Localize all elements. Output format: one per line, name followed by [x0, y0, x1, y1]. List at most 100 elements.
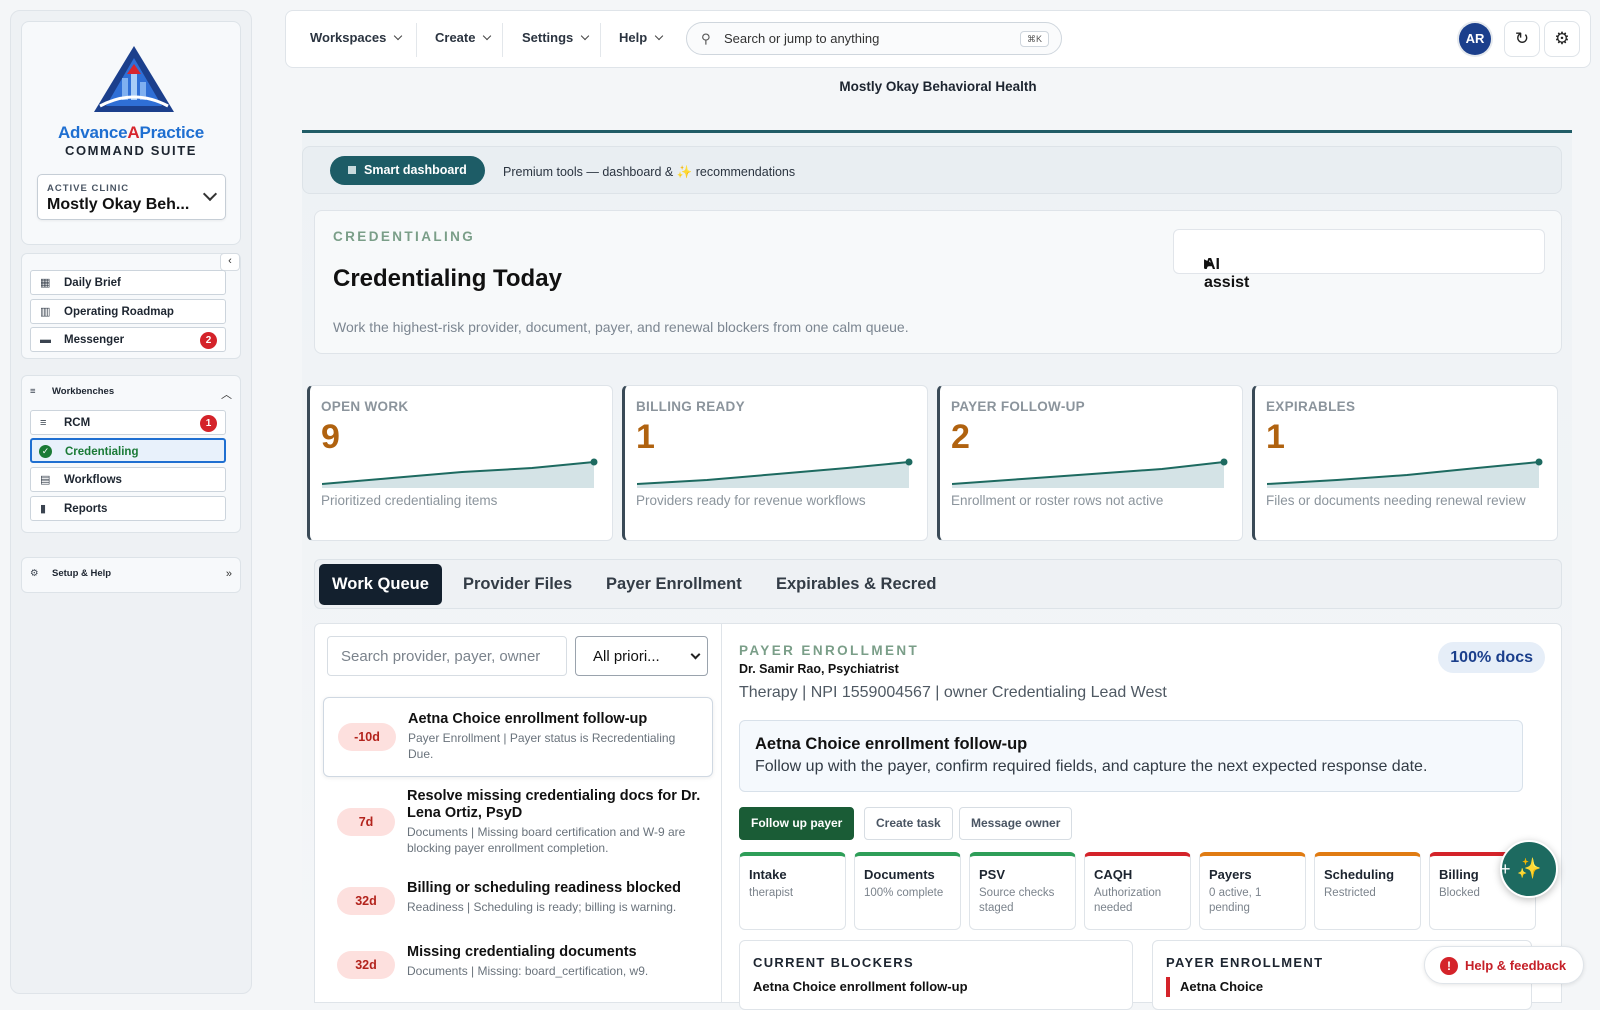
kpi-expirables[interactable]: EXPIRABLES 1 Files or documents needing …	[1252, 385, 1558, 541]
follow-up-payer-button[interactable]: Follow up payer	[739, 807, 855, 840]
task-description: Follow up with the payer, confirm requir…	[755, 758, 1428, 775]
primary-nav: ‹ ▦ Daily Brief ▥ Operating Roadmap ▬ Me…	[21, 253, 241, 359]
active-clinic-value: Mostly Okay Beh...	[47, 196, 190, 213]
workbenches-toggle[interactable]: ≡ Workbenches	[30, 386, 114, 397]
due-pill: 32d	[337, 951, 395, 979]
sparkline	[952, 458, 1228, 488]
page-title: Credentialing Today	[333, 265, 562, 292]
sparkline	[637, 458, 913, 488]
docs-badge: 100% docs	[1438, 642, 1545, 673]
kpi-open-work[interactable]: OPEN WORK 9 Prioritized credentialing it…	[307, 385, 613, 541]
active-clinic-select[interactable]: ACTIVE CLINIC Mostly Okay Beh...	[37, 174, 226, 220]
setup-nav[interactable]: ⚙ Setup & Help »	[21, 557, 241, 593]
menu-help[interactable]: Help	[619, 30, 664, 45]
refresh-button[interactable]: ↻	[1504, 21, 1540, 57]
global-search-input[interactable]: ⚲ Search or jump to anything ⌘K	[686, 22, 1062, 55]
map-icon: ▥	[40, 306, 51, 318]
stage-documents[interactable]: Documents 100% complete	[854, 852, 961, 930]
chevron-down-icon	[690, 649, 701, 660]
top-bar: Workspaces Create Settings Help ⚲ Search…	[285, 10, 1591, 68]
organization-name: Mostly Okay Behavioral Health	[839, 79, 1037, 94]
menu-settings[interactable]: Settings	[522, 30, 590, 45]
avatar[interactable]: AR	[1459, 23, 1491, 55]
sparkline	[322, 458, 598, 488]
messenger-badge: 2	[200, 332, 217, 349]
page-description: Work the highest-risk provider, document…	[333, 319, 909, 335]
workbenches-nav: ≡ Workbenches ︿ ≡ RCM 1 ✓ Credentialing ▤…	[21, 375, 241, 533]
list-item[interactable]: 32d Billing or scheduling readiness bloc…	[323, 878, 713, 924]
refresh-icon: ↻	[1514, 29, 1530, 48]
message-owner-button[interactable]: Message owner	[959, 807, 1073, 840]
setup-help-label: Setup & Help	[52, 568, 112, 579]
chevron-down-icon	[394, 31, 403, 41]
stage-intake[interactable]: Intake therapist	[739, 852, 846, 930]
stage-psv[interactable]: PSV Source checks staged	[969, 852, 1076, 930]
list-item[interactable]: 32d Missing credentialing documents Docu…	[323, 942, 713, 988]
due-pill: -10d	[338, 723, 396, 751]
chevron-down-icon	[654, 31, 664, 41]
list-icon: ≡	[40, 417, 47, 429]
sparkle-icon: ✨	[676, 165, 693, 179]
stage-payers[interactable]: Payers 0 active, 1 pending	[1199, 852, 1306, 930]
menu-workspaces[interactable]: Workspaces	[310, 30, 403, 45]
brand-name: AdvanceAPractice	[57, 123, 205, 142]
chevron-down-icon	[202, 186, 218, 202]
tab-expirables-recred[interactable]: Expirables & Recred	[763, 564, 950, 605]
chevron-up-icon[interactable]: ︿	[221, 386, 232, 402]
stage-caqh[interactable]: CAQH Authorization needed	[1084, 852, 1191, 930]
list-item[interactable]: -10d Aetna Choice enrollment follow-up P…	[323, 697, 713, 777]
credentialing-header-card: CREDENTIALING Credentialing Today Work t…	[314, 210, 1562, 354]
dashboard-icon	[348, 166, 356, 174]
settings-button[interactable]: ⚙	[1544, 21, 1580, 57]
document-icon: ▤	[40, 474, 51, 486]
tab-payer-enrollment[interactable]: Payer Enrollment	[593, 564, 755, 605]
nav-daily-brief[interactable]: ▦ Daily Brief	[30, 270, 226, 295]
priority-filter-select[interactable]: All priori...	[575, 636, 708, 676]
tab-provider-files[interactable]: Provider Files	[450, 564, 585, 605]
tab-work-queue[interactable]: Work Queue	[319, 564, 442, 605]
check-shield-icon: ✓	[39, 445, 52, 458]
nav-reports[interactable]: ▮ Reports	[30, 496, 226, 521]
rcm-badge: 1	[200, 415, 217, 432]
kpi-payer-follow-up[interactable]: PAYER FOLLOW-UP 2 Enrollment or roster r…	[937, 385, 1243, 541]
brand-card: AdvanceAPractice COMMAND SUITE ACTIVE CL…	[21, 21, 241, 245]
nav-messenger[interactable]: ▬ Messenger 2	[30, 327, 226, 352]
collapse-sidebar-button[interactable]: ‹	[220, 253, 240, 271]
menu-divider	[416, 23, 417, 57]
gear-icon: ⚙	[1554, 29, 1570, 48]
status-bar	[1166, 977, 1170, 997]
nav-rcm[interactable]: ≡ RCM 1	[30, 410, 226, 435]
nav-operating-roadmap[interactable]: ▥ Operating Roadmap	[30, 299, 226, 324]
stage-scheduling[interactable]: Scheduling Restricted	[1314, 852, 1421, 930]
brand-subtitle: COMMAND SUITE	[64, 143, 198, 158]
ai-fab-button[interactable]: + ✨	[1500, 840, 1558, 898]
due-pill: 7d	[337, 808, 395, 836]
list-item[interactable]: 7d Resolve missing credentialing docs fo…	[323, 784, 713, 862]
chevron-down-icon	[483, 31, 492, 41]
nav-workflows[interactable]: ▤ Workflows	[30, 467, 226, 492]
grid-icon: ▦	[40, 277, 51, 289]
queue-search-input[interactable]: Search provider, payer, owner	[327, 636, 567, 676]
create-task-button[interactable]: Create task	[864, 807, 953, 840]
list-icon: ≡	[30, 386, 36, 397]
due-pill: 32d	[337, 887, 395, 915]
gear-icon: ⚙	[30, 568, 39, 579]
sparkle-icon: ✨	[1516, 858, 1542, 880]
premium-tools-text: Premium tools — dashboard & ✨ recommenda…	[503, 165, 796, 179]
chevron-double-down-icon[interactable]: »	[226, 568, 232, 580]
chevron-down-icon	[581, 31, 590, 41]
provider-meta: Therapy | NPI 1559004567 | owner Credent…	[739, 684, 1167, 701]
alert-icon: !	[1440, 957, 1458, 975]
task-title: Aetna Choice enrollment follow-up	[755, 735, 1028, 753]
kpi-billing-ready[interactable]: BILLING READY 1 Providers ready for reve…	[622, 385, 928, 541]
help-feedback-button[interactable]: ! Help & feedback	[1424, 946, 1584, 984]
shortcut-hint: ⌘K	[1019, 31, 1049, 47]
task-card: Aetna Choice enrollment follow-up Follow…	[739, 720, 1523, 792]
ai-assist-toggle[interactable]: ▶ AI assist	[1173, 229, 1545, 291]
tab-bar: Work Queue Provider Files Payer Enrollme…	[314, 559, 1562, 609]
nav-credentialing[interactable]: ✓ Credentialing	[30, 438, 226, 463]
main-content: Smart dashboard Premium tools — dashboar…	[302, 130, 1572, 1010]
menu-create[interactable]: Create	[435, 30, 492, 45]
sparkline	[1267, 458, 1543, 488]
smart-dashboard-button[interactable]: Smart dashboard	[330, 156, 485, 185]
